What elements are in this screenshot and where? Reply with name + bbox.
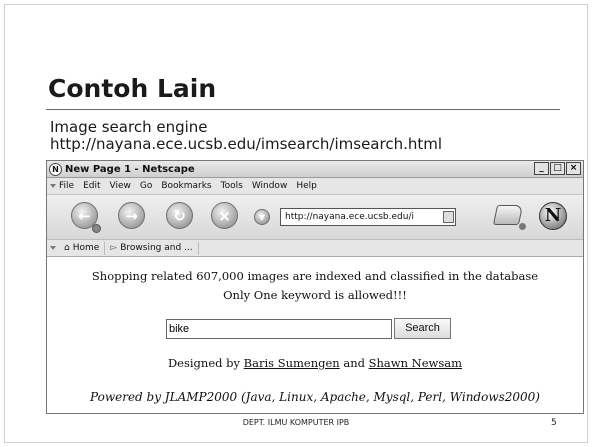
stop-icon[interactable]: × [211, 202, 238, 229]
bookmark-icon: ▻ [110, 243, 118, 253]
minimize-button[interactable]: _ [534, 162, 549, 175]
url-dropdown-icon[interactable] [443, 211, 454, 223]
menu-bar: File Edit View Go Bookmarks Tools Window… [47, 178, 583, 195]
home-label: Home [72, 243, 100, 253]
url-go-icon[interactable]: ▼ [254, 209, 270, 225]
bullet-line-2-url: http://nayana.ece.ucsb.edu/imsearch/imse… [50, 135, 443, 153]
url-text: http://nayana.ece.ucsb.edu/i [285, 212, 414, 222]
print-dropdown-icon[interactable] [519, 223, 526, 230]
home-icon: ⌂ [64, 243, 70, 253]
description-line: Shopping related 607,000 images are inde… [91, 269, 539, 283]
bullet-line-1: Image search engine [50, 118, 208, 136]
print-icon[interactable] [492, 205, 524, 225]
window-title: New Page 1 - Netscape [65, 163, 195, 175]
toolbar-grip-icon[interactable] [50, 184, 56, 188]
personal-toolbar-grip-icon[interactable] [50, 246, 56, 250]
slide-footer: DEPT. ILMU KOMPUTER IPB [242, 418, 350, 427]
menu-window[interactable]: Window [252, 181, 288, 191]
window-controls: _ □ × [534, 162, 581, 175]
window-titlebar: N New Page 1 - Netscape _ □ × [47, 161, 583, 178]
menu-view[interactable]: View [110, 181, 131, 191]
keyword-note: Only One keyword is allowed!!! [223, 288, 407, 302]
designed-and: and [343, 356, 365, 370]
slide: Contoh Lain Image search engine http://n… [0, 0, 592, 447]
reload-icon[interactable]: ↻ [166, 202, 193, 229]
browsing-label: Browsing and ... [120, 243, 193, 253]
slide-body-text: Image search engine http://nayana.ece.uc… [50, 119, 442, 153]
maximize-button[interactable]: □ [550, 162, 565, 175]
author-link-1[interactable]: Baris Sumengen [244, 356, 340, 370]
title-divider [46, 109, 560, 110]
personal-toolbar: ⌂ Home ▻ Browsing and ... [47, 240, 583, 257]
page-number: 5 [551, 418, 557, 428]
netscape-logo-icon[interactable]: N [539, 202, 567, 230]
page-content: Shopping related 607,000 images are inde… [47, 259, 583, 413]
netscape-window: N New Page 1 - Netscape _ □ × File Edit … [46, 160, 584, 414]
url-field[interactable]: http://nayana.ece.ucsb.edu/i [280, 208, 456, 226]
author-link-2[interactable]: Shawn Newsam [369, 356, 462, 370]
menu-go[interactable]: Go [140, 181, 152, 191]
forward-arrow-icon[interactable]: → [118, 202, 145, 229]
menu-bookmarks[interactable]: Bookmarks [161, 181, 211, 191]
menu-help[interactable]: Help [296, 181, 317, 191]
back-history-dropdown-icon[interactable] [92, 224, 101, 233]
credits-line: Designed by Baris Sumengen and Shawn New… [47, 356, 583, 370]
home-bookmark[interactable]: ⌂ Home [59, 241, 106, 255]
slide-title: Contoh Lain [48, 74, 217, 103]
designed-prefix: Designed by [167, 356, 241, 370]
powered-by-line: Powered by JLAMP2000 (Java, Linux, Apach… [90, 390, 540, 404]
menu-file[interactable]: File [59, 181, 74, 191]
close-button[interactable]: × [566, 162, 581, 175]
browsing-bookmark[interactable]: ▻ Browsing and ... [105, 241, 199, 255]
menu-edit[interactable]: Edit [83, 181, 100, 191]
search-input[interactable]: bike [166, 319, 392, 339]
netscape-app-icon: N [49, 162, 62, 176]
search-button[interactable]: Search [394, 318, 451, 339]
navigation-toolbar: ← → ↻ × ▼ http://nayana.ece.ucsb.edu/i N [47, 195, 583, 240]
menu-tools[interactable]: Tools [221, 181, 243, 191]
